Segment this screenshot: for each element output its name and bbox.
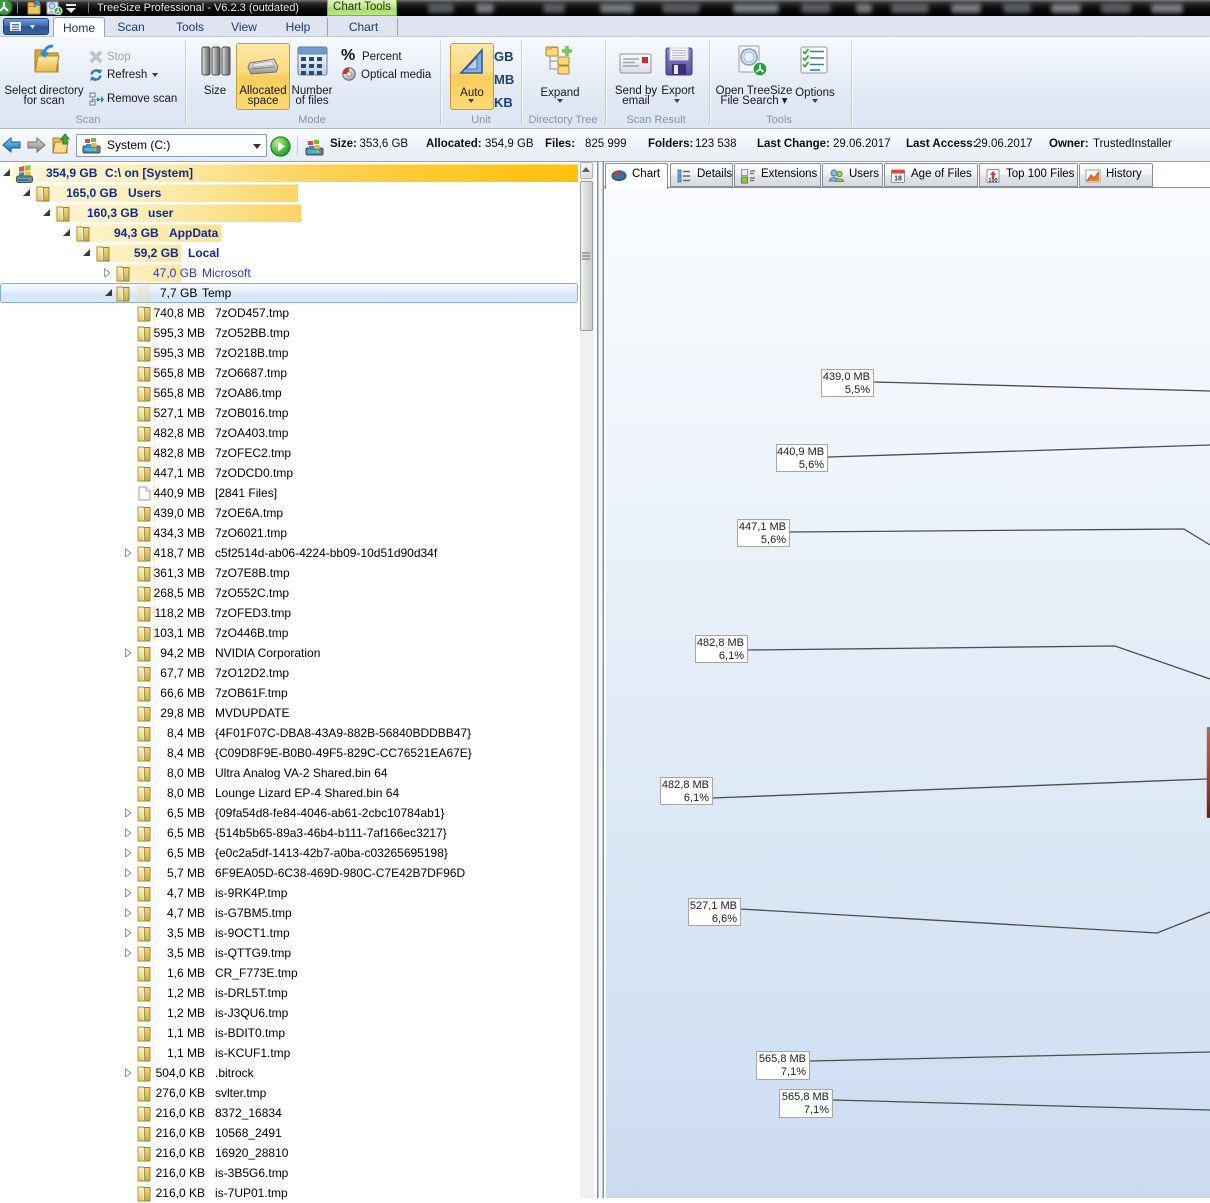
svg-text:100: 100 bbox=[988, 178, 997, 184]
svg-text:18: 18 bbox=[894, 176, 902, 183]
